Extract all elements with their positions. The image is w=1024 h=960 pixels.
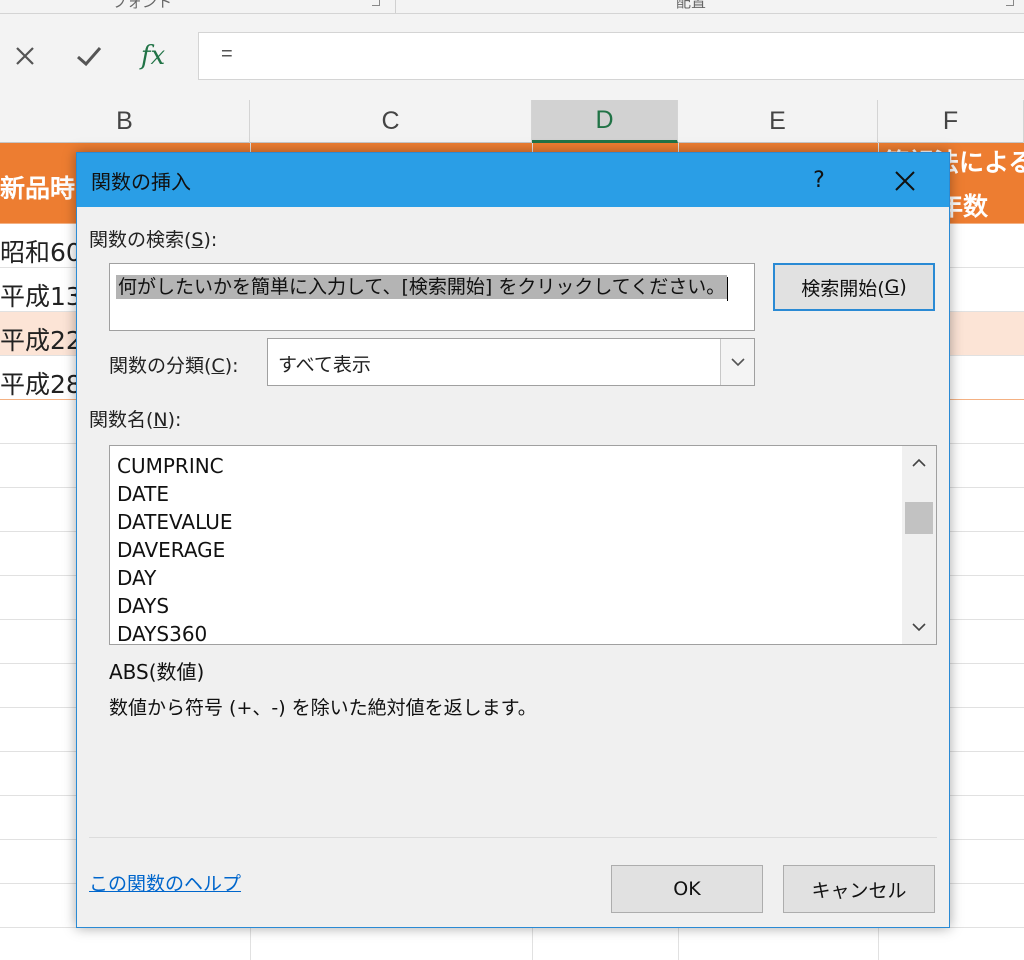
dialog-launcher-icon[interactable] bbox=[372, 0, 380, 6]
list-item[interactable]: DAY bbox=[117, 564, 233, 592]
list-item[interactable]: DAVERAGE bbox=[117, 536, 233, 564]
enter-button[interactable] bbox=[64, 32, 114, 80]
category-value: すべて表示 bbox=[278, 354, 371, 376]
ribbon-strip: フォント 配置 bbox=[0, 0, 1024, 14]
function-list[interactable]: CUMPRINC DATE DATEVALUE DAVERAGE DAY DAY… bbox=[109, 445, 937, 645]
ribbon-group-alignment-label: 配置 bbox=[676, 0, 707, 11]
column-header-b[interactable]: B bbox=[0, 100, 250, 143]
function-help-link[interactable]: この関数のヘルプ bbox=[89, 869, 241, 896]
search-start-button[interactable]: 検索開始(G) bbox=[773, 263, 935, 311]
close-icon bbox=[16, 47, 34, 65]
ribbon-separator bbox=[395, 0, 396, 13]
cell-b-row1[interactable]: 昭和60 bbox=[0, 233, 82, 269]
text-caret bbox=[727, 276, 729, 301]
list-item[interactable]: DATE bbox=[117, 480, 233, 508]
formula-buttons: fx bbox=[0, 32, 190, 80]
cell-b-row4[interactable]: 平成28 bbox=[0, 365, 82, 401]
list-item[interactable]: CUMPRINC bbox=[117, 452, 233, 480]
function-search-input[interactable]: 何がしたいかを簡単に入力して、[検索開始] をクリックしてください。 bbox=[109, 263, 755, 331]
formula-bar: fx = bbox=[0, 14, 1024, 96]
insert-function-dialog: 関数の挿入 ? 関数の検索(S): 何がしたいかを簡単に入力して、[検索開始] … bbox=[76, 152, 950, 928]
fx-icon: fx bbox=[140, 41, 166, 71]
column-header-d[interactable]: D bbox=[532, 100, 678, 143]
function-name-label: 関数名(N): bbox=[89, 409, 182, 431]
cancel-entry-button[interactable] bbox=[0, 32, 50, 80]
dialog-title: 関数の挿入 bbox=[91, 170, 191, 194]
category-select[interactable]: すべて表示 bbox=[267, 338, 755, 386]
cell-b-row3[interactable]: 平成22 bbox=[0, 321, 82, 357]
dialog-titlebar[interactable]: 関数の挿入 ? bbox=[77, 153, 949, 207]
divider bbox=[89, 837, 937, 838]
list-item[interactable]: DATEVALUE bbox=[117, 508, 233, 536]
scroll-down-button[interactable] bbox=[902, 610, 936, 644]
list-item[interactable]: DAYS360 bbox=[117, 620, 233, 644]
search-label: 関数の検索(S): bbox=[89, 229, 218, 251]
function-signature: ABS(数値) bbox=[109, 660, 205, 684]
column-header-e[interactable]: E bbox=[678, 100, 878, 143]
insert-function-button[interactable]: fx bbox=[128, 32, 178, 80]
column-header-f[interactable]: F bbox=[878, 100, 1024, 143]
search-text: 何がしたいかを簡単に入力して、[検索開始] をクリックしてください。 bbox=[116, 275, 728, 299]
formula-input[interactable]: = bbox=[198, 32, 1024, 80]
column-header-c[interactable]: C bbox=[250, 100, 532, 143]
chevron-down-icon bbox=[912, 623, 926, 632]
close-icon bbox=[895, 171, 915, 191]
chevron-down-icon bbox=[730, 358, 745, 367]
scrollbar-thumb[interactable] bbox=[905, 502, 933, 534]
column-headers: B C D E F bbox=[0, 96, 1024, 143]
list-item[interactable]: DAYS bbox=[117, 592, 233, 620]
scroll-up-button[interactable] bbox=[902, 446, 936, 480]
ribbon-group-font-label: フォント bbox=[112, 0, 173, 11]
cell-b-row2[interactable]: 平成13 bbox=[0, 277, 82, 313]
ok-button[interactable]: OK bbox=[611, 865, 763, 913]
category-label: 関数の分類(C): bbox=[109, 355, 239, 377]
dialog-launcher-icon[interactable] bbox=[1006, 0, 1014, 6]
dropdown-button[interactable] bbox=[720, 339, 754, 385]
list-scrollbar[interactable] bbox=[902, 446, 936, 644]
chevron-up-icon bbox=[912, 458, 926, 467]
help-button[interactable]: ? bbox=[801, 163, 837, 199]
check-icon bbox=[77, 47, 102, 67]
close-button[interactable] bbox=[885, 161, 925, 201]
cancel-button[interactable]: キャンセル bbox=[783, 865, 935, 913]
function-description: 数値から符号 (+、-) を除いた絶対値を返します。 bbox=[109, 697, 537, 719]
